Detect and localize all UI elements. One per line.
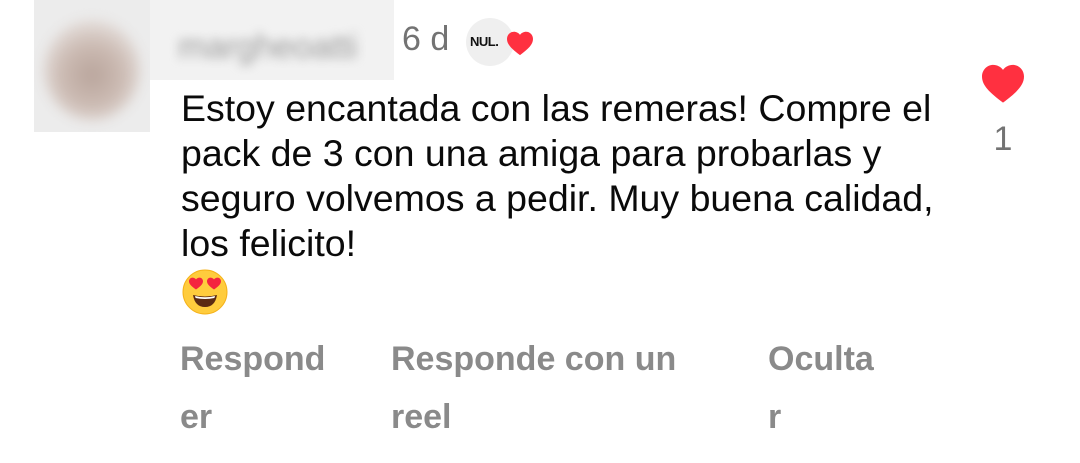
reel-label-line-1: Responde con un (391, 340, 677, 378)
creator-badge-label: NUL. (470, 34, 499, 49)
reply-label-line-1: Respond (180, 340, 326, 378)
like-heart-icon[interactable] (980, 62, 1026, 104)
comment-text: Estoy encantada con las remeras! Compre … (181, 87, 934, 264)
creator-liked-heart-icon (507, 31, 533, 56)
heart-eyes-emoji-icon (182, 269, 228, 315)
avatar[interactable] (34, 0, 150, 132)
reel-label-line-2: reel (391, 398, 452, 436)
reply-with-reel-button[interactable]: Responde con un reel (391, 330, 711, 446)
reply-label-line-2: er (180, 398, 213, 436)
username: margheoatti (178, 28, 358, 66)
hide-button[interactable]: Oculta r (768, 330, 888, 446)
username-link[interactable]: margheoatti (150, 0, 394, 80)
comment-item: margheoatti 6 d NUL. Estoy encantada con… (0, 0, 1080, 463)
hide-label-line-1: Oculta (768, 340, 874, 378)
comment-time: 6 d (402, 20, 450, 58)
hide-label-line-2: r (768, 398, 782, 436)
like-count: 1 (993, 120, 1013, 158)
reply-button[interactable]: Respond er (180, 330, 340, 446)
